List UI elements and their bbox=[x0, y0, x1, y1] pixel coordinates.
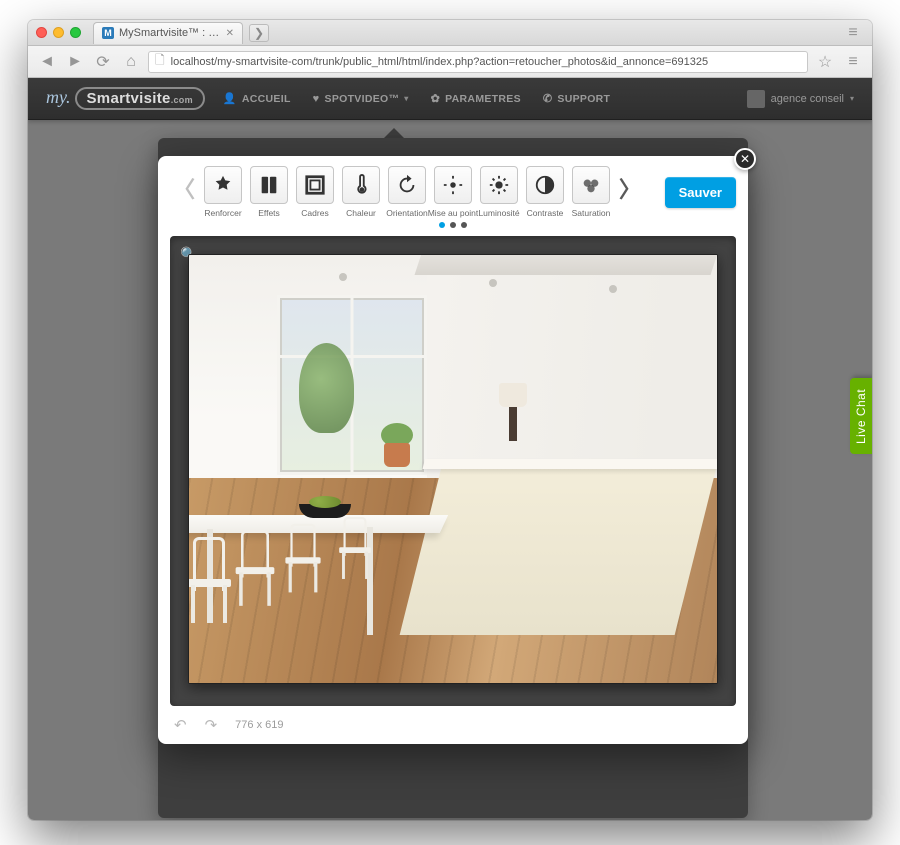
tool-mise-au-point[interactable]: Mise au point bbox=[432, 166, 474, 218]
toolbar-page-dots bbox=[158, 218, 748, 236]
page-body: my. Smartvisite.com 👤ACCUEIL ♥SPOTVIDEO™… bbox=[28, 78, 872, 820]
browser-tab[interactable]: M MySmartvisite™ : Retouch… ✕ bbox=[93, 22, 243, 44]
menu-pointer bbox=[384, 128, 404, 138]
editor-footer: ↶ ↷ 776 x 619 bbox=[158, 706, 748, 744]
close-modal-button[interactable]: ✕ bbox=[734, 148, 756, 170]
maximize-window-button[interactable] bbox=[70, 27, 81, 38]
user-icon: 👤 bbox=[223, 92, 237, 105]
settings-icon[interactable]: ≡ bbox=[842, 51, 864, 73]
chevron-down-icon: ▾ bbox=[404, 94, 408, 103]
tab-strip: M MySmartvisite™ : Retouch… ✕ ❯ ≡ bbox=[28, 20, 872, 46]
image-dimensions: 776 x 619 bbox=[235, 719, 283, 731]
editor-toolbar: 〈 Renforcer Effets Cadres bbox=[158, 156, 748, 218]
page-dot-1[interactable] bbox=[439, 222, 445, 228]
nav-spotvideo[interactable]: ♥SPOTVIDEO™ ▾ bbox=[313, 92, 409, 105]
photo-editor-modal: ✕ 〈 Renforcer Effets Cadres bbox=[158, 156, 748, 744]
redo-button[interactable]: ↷ bbox=[205, 716, 218, 734]
minimize-window-button[interactable] bbox=[53, 27, 64, 38]
site-header: my. Smartvisite.com 👤ACCUEIL ♥SPOTVIDEO™… bbox=[28, 78, 872, 120]
frame-icon bbox=[296, 166, 334, 204]
effects-icon bbox=[250, 166, 288, 204]
scroll-left-button[interactable]: 〈 bbox=[170, 166, 198, 210]
globe-icon: 🗋 bbox=[155, 51, 165, 72]
tool-effets[interactable]: Effets bbox=[248, 166, 290, 218]
avatar bbox=[747, 90, 765, 108]
contrast-icon bbox=[526, 166, 564, 204]
forward-button[interactable]: ► bbox=[64, 51, 86, 73]
undo-button[interactable]: ↶ bbox=[174, 716, 187, 734]
photo-canvas[interactable] bbox=[188, 254, 718, 684]
user-label: agence conseil bbox=[771, 93, 844, 105]
tool-buttons: Renforcer Effets Cadres Chaleur bbox=[202, 166, 612, 218]
page-dot-2[interactable] bbox=[450, 222, 456, 228]
preview-area: 🔍 bbox=[170, 236, 736, 706]
user-menu[interactable]: agence conseil ▾ bbox=[747, 90, 854, 108]
address-bar: ◄ ► ⟳ ⌂ 🗋 localhost/my-smartvisite-com/t… bbox=[28, 46, 872, 78]
tool-orientation[interactable]: Orientation bbox=[386, 166, 428, 218]
tool-contraste[interactable]: Contraste bbox=[524, 166, 566, 218]
logo-prefix: my. bbox=[46, 87, 71, 108]
tool-renforcer[interactable]: Renforcer bbox=[202, 166, 244, 218]
home-button[interactable]: ⌂ bbox=[120, 51, 142, 73]
phone-icon: ✆ bbox=[543, 92, 553, 105]
close-window-button[interactable] bbox=[36, 27, 47, 38]
logo-brand: Smartvisite.com bbox=[75, 87, 205, 110]
save-button[interactable]: Sauver bbox=[665, 177, 736, 208]
new-tab-button[interactable]: ❯ bbox=[249, 24, 269, 42]
saturation-icon bbox=[572, 166, 610, 204]
tool-saturation[interactable]: Saturation bbox=[570, 166, 612, 218]
thermometer-icon bbox=[342, 166, 380, 204]
heart-icon: ♥ bbox=[313, 93, 320, 105]
chevron-down-icon: ▾ bbox=[850, 94, 854, 103]
window-controls bbox=[36, 27, 81, 38]
site-logo[interactable]: my. Smartvisite.com bbox=[46, 87, 205, 110]
wand-star-icon bbox=[204, 166, 242, 204]
url-field[interactable]: 🗋 localhost/my-smartvisite-com/trunk/pub… bbox=[148, 51, 808, 73]
tool-luminosite[interactable]: Luminosité bbox=[478, 166, 520, 218]
live-chat-tab[interactable]: Live Chat bbox=[850, 378, 872, 454]
tab-title: MySmartvisite™ : Retouch… bbox=[119, 27, 221, 39]
nav-support[interactable]: ✆SUPPORT bbox=[543, 92, 610, 105]
rotate-icon bbox=[388, 166, 426, 204]
favicon-icon: M bbox=[102, 27, 114, 39]
gear-icon: ✿ bbox=[431, 92, 441, 105]
tool-cadres[interactable]: Cadres bbox=[294, 166, 336, 218]
browser-menu-icon[interactable]: ≡ bbox=[842, 22, 864, 44]
page-dot-3[interactable] bbox=[461, 222, 467, 228]
close-tab-icon[interactable]: ✕ bbox=[226, 28, 234, 39]
main-nav: 👤ACCUEIL ♥SPOTVIDEO™ ▾ ✿PARAMETRES ✆SUPP… bbox=[223, 92, 610, 105]
browser-window: M MySmartvisite™ : Retouch… ✕ ❯ ≡ ◄ ► ⟳ … bbox=[28, 20, 872, 820]
nav-accueil[interactable]: 👤ACCUEIL bbox=[223, 92, 291, 105]
url-text: localhost/my-smartvisite-com/trunk/publi… bbox=[171, 56, 708, 68]
reload-button[interactable]: ⟳ bbox=[92, 51, 114, 73]
brightness-icon bbox=[480, 166, 518, 204]
focus-icon bbox=[434, 166, 472, 204]
nav-parametres[interactable]: ✿PARAMETRES bbox=[431, 92, 521, 105]
tool-chaleur[interactable]: Chaleur bbox=[340, 166, 382, 218]
scroll-right-button[interactable]: 〉 bbox=[616, 166, 644, 210]
back-button[interactable]: ◄ bbox=[36, 51, 58, 73]
bookmark-icon[interactable]: ☆ bbox=[814, 51, 836, 73]
